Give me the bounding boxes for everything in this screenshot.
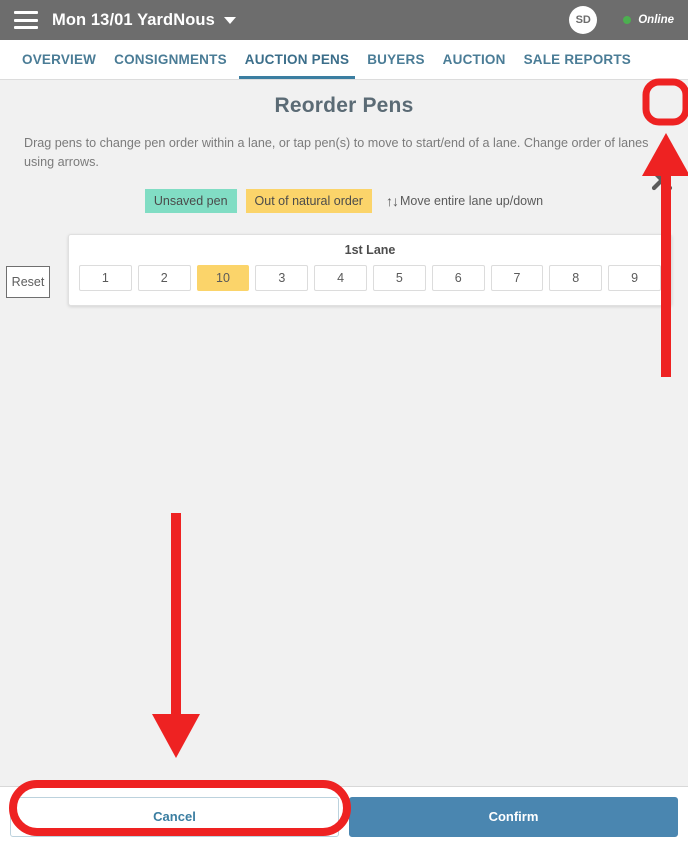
tab-auction-pens[interactable]: AUCTION PENS xyxy=(236,40,358,79)
reset-button[interactable]: Reset xyxy=(6,265,50,298)
avatar[interactable]: SD xyxy=(569,6,598,34)
pen-item[interactable]: 2 xyxy=(137,265,191,291)
close-icon[interactable] xyxy=(644,162,680,198)
status-label: Online xyxy=(638,14,674,26)
legend: Unsaved pen Out of natural order ↑↓ Move… xyxy=(0,189,688,213)
status-badge: Online xyxy=(623,14,674,26)
tab-bar: OVERVIEW CONSIGNMENTS AUCTION PENS BUYER… xyxy=(0,40,688,80)
pen-item[interactable]: 8 xyxy=(549,265,603,291)
hamburger-icon[interactable] xyxy=(14,11,38,29)
confirm-button[interactable]: Confirm xyxy=(349,796,678,837)
lane-card: 1st Lane 1 2 10 3 4 5 6 7 8 9 xyxy=(68,234,672,306)
lane-title: 1st Lane xyxy=(344,243,396,257)
tab-consignments[interactable]: CONSIGNMENTS xyxy=(105,40,236,79)
legend-unsaved-pen: Unsaved pen xyxy=(144,189,237,213)
top-bar-right: SD Online xyxy=(569,6,674,34)
status-dot-icon xyxy=(623,16,632,24)
up-down-arrows-icon: ↑↓ xyxy=(385,193,399,209)
pen-item[interactable]: 7 xyxy=(490,265,544,291)
tab-overview[interactable]: OVERVIEW xyxy=(13,40,105,79)
cancel-button[interactable]: Cancel xyxy=(10,796,339,837)
dialog-instructions: Drag pens to change pen order within a l… xyxy=(24,136,649,169)
pen-item-out-of-order[interactable]: 10 xyxy=(196,265,250,291)
pen-item[interactable]: 9 xyxy=(608,265,661,291)
pen-item[interactable]: 6 xyxy=(431,265,485,291)
pen-item[interactable]: 5 xyxy=(372,265,426,291)
page-title: Mon 13/01 YardNous xyxy=(52,10,215,29)
dialog-title: Reorder Pens xyxy=(274,94,414,117)
lane-row: Reset 1st Lane 1 2 10 3 4 5 6 7 8 9 xyxy=(0,213,688,306)
reorder-pens-dialog: Reorder Pens Drag pens to change pen ord… xyxy=(0,80,688,846)
top-bar: Mon 13/01 YardNous SD Online xyxy=(0,0,688,40)
app-root: Mon 13/01 YardNous SD Online OVERVIEW CO… xyxy=(0,0,688,846)
pen-item[interactable]: 4 xyxy=(314,265,367,291)
tab-buyers[interactable]: BUYERS xyxy=(358,40,433,79)
legend-out-of-natural-order: Out of natural order xyxy=(245,189,372,213)
pen-item[interactable]: 3 xyxy=(255,265,309,291)
pen-item[interactable]: 1 xyxy=(79,265,132,291)
legend-move-lane: ↑↓ Move entire lane up/down xyxy=(386,193,543,209)
legend-move-lane-label: Move entire lane up/down xyxy=(399,194,544,208)
chevron-down-icon[interactable] xyxy=(223,16,236,24)
pen-list: 1 2 10 3 4 5 6 7 8 9 xyxy=(79,265,661,291)
tab-auction[interactable]: AUCTION xyxy=(434,40,515,79)
dialog-footer: Cancel Confirm xyxy=(0,786,688,846)
tab-sale-reports[interactable]: SALE REPORTS xyxy=(515,40,640,79)
